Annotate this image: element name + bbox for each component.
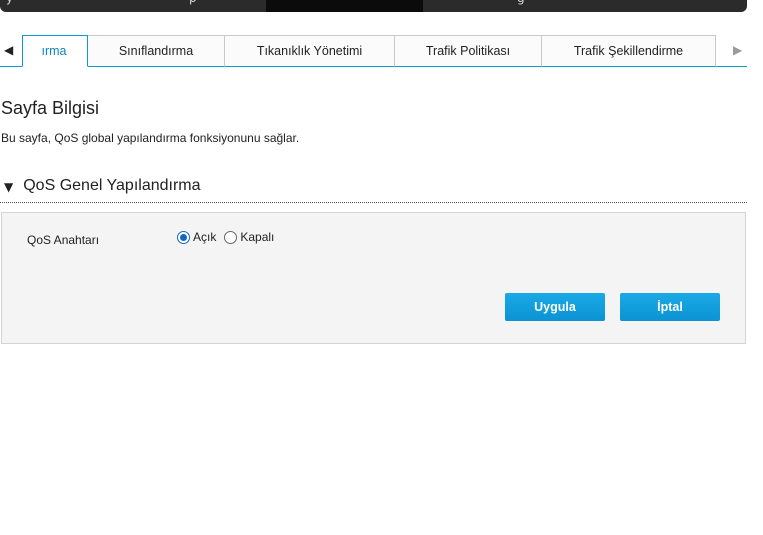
qos-off-label[interactable]: Kapalı [240, 230, 274, 244]
page-description: Bu sayfa, QoS global yapılandırma fonksi… [1, 131, 300, 145]
tab-configuration[interactable]: ırma [22, 35, 88, 67]
tab-strip: ◀ ırma Sınıflandırma Tıkanıklık Yönetimi… [0, 35, 747, 67]
tab-traffic-shaping[interactable]: Trafik Şekillendirme [541, 35, 716, 67]
top-menu-item[interactable]: p [189, 0, 197, 5]
section-header[interactable]: ▼ QoS Genel Yapılandırma [0, 174, 747, 203]
triangle-right-icon[interactable]: ▶ [733, 43, 742, 57]
qos-on-radio[interactable] [177, 230, 190, 244]
qos-on-label[interactable]: Açık [193, 230, 216, 244]
qos-off-radio[interactable] [224, 230, 238, 244]
collapse-triangle-icon[interactable]: ▼ [4, 180, 13, 194]
top-menu-bar: y p g [0, 0, 747, 12]
tab-label: ırma [41, 44, 67, 58]
top-menu-item[interactable]: y [6, 0, 13, 5]
tab-traffic-policy[interactable]: Trafik Politikası [394, 35, 542, 67]
triangle-left-icon[interactable]: ◀ [4, 43, 13, 57]
tab-label: Sınıflandırma [118, 44, 194, 58]
qos-switch-radio-group: Açık Kapalı [177, 230, 282, 244]
qos-config-panel: QoS Anahtarı Açık Kapalı Uygula İptal [1, 212, 746, 344]
tab-label: Tıkanıklık Yönetimi [256, 44, 363, 58]
top-menu-active-item[interactable] [266, 0, 423, 12]
section-title: QoS Genel Yapılandırma [23, 177, 201, 194]
tab-classification[interactable]: Sınıflandırma [87, 35, 225, 67]
tab-label: Trafik Şekillendirme [573, 44, 684, 58]
tab-label: Trafik Politikası [425, 44, 511, 58]
top-menu-item[interactable]: g [517, 0, 525, 5]
cancel-button[interactable]: İptal [620, 293, 720, 321]
apply-button[interactable]: Uygula [505, 293, 605, 321]
qos-switch-label: QoS Anahtarı [27, 233, 100, 247]
page-title: Sayfa Bilgisi [1, 98, 100, 118]
tab-congestion-management[interactable]: Tıkanıklık Yönetimi [224, 35, 395, 67]
